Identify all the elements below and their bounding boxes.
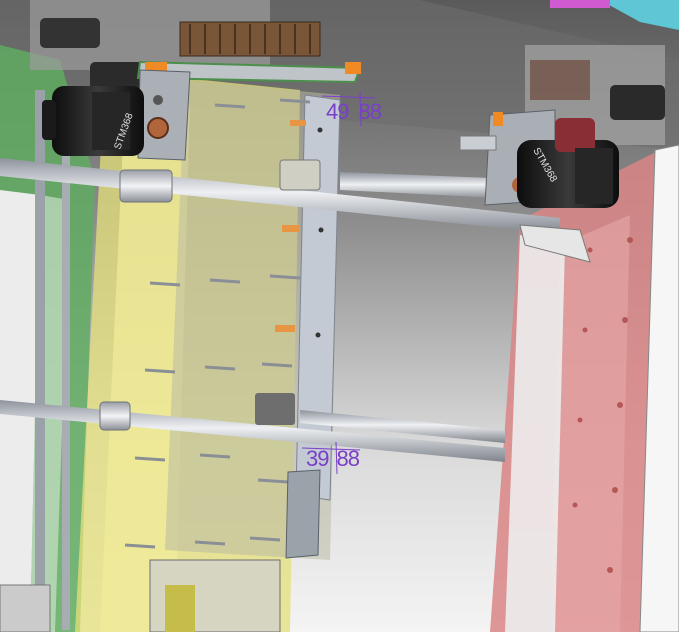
bottom-dimension-left-value: 39 [306, 446, 330, 471]
lower-bracket [285, 469, 321, 559]
cad-viewport[interactable]: STM368 STM368 49 88 39 88 [0, 0, 679, 632]
lower-bushing [99, 401, 131, 431]
top-dimension-left-value: 49 [326, 99, 350, 124]
bottom-dimension-right-value: 88 [336, 446, 360, 471]
plate-bushing-upper [279, 159, 321, 191]
left-rail-2 [62, 150, 70, 630]
upper-bushing [119, 169, 173, 203]
left-motor-bracket [137, 69, 191, 161]
orange-clip-3 [493, 112, 503, 126]
cad-scene[interactable]: STM368 STM368 [0, 0, 679, 632]
top-dimension-right-value: 88 [358, 99, 382, 124]
small-motor-top [40, 18, 100, 48]
top-dimension[interactable]: 49 88 [326, 99, 382, 125]
left-pulley [147, 117, 169, 139]
bottom-dimension[interactable]: 39 88 [306, 446, 360, 472]
plate-bushing-lower [255, 393, 295, 425]
magenta-part [550, 0, 610, 8]
orange-clip-2 [345, 62, 361, 74]
bottom-left-block [0, 584, 51, 632]
